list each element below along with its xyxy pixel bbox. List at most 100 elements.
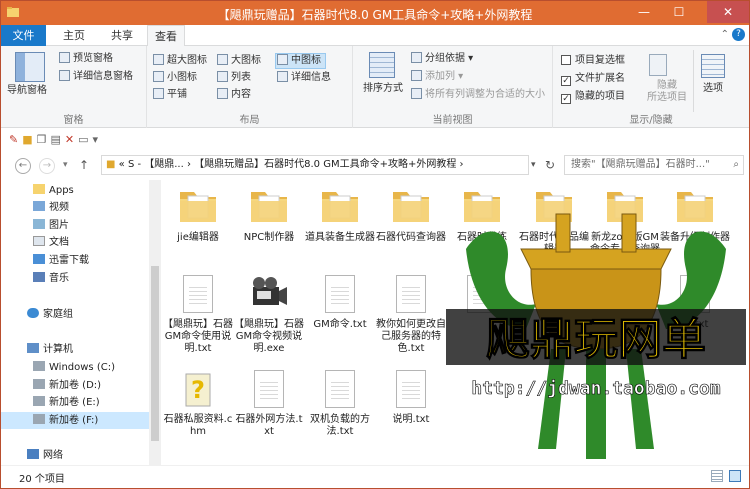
minimize-button[interactable]: — xyxy=(629,1,659,23)
nav-item-documents[interactable]: 文档 xyxy=(1,234,149,251)
ribbon-collapse-icon[interactable]: ⌃ xyxy=(721,29,729,40)
nav-item-apps[interactable]: Apps xyxy=(1,182,149,199)
file-item[interactable]: GM命令.txt xyxy=(305,275,375,331)
picture-icon xyxy=(33,219,45,229)
folder-item[interactable]: 石器时代练 xyxy=(447,188,517,244)
properties-icon[interactable]: ✎ xyxy=(9,133,22,146)
folder-item[interactable]: 道具装备生成器 xyxy=(305,188,375,244)
folder-item[interactable]: 石器时代物品编辑器 xyxy=(519,188,589,256)
copy-icon[interactable]: ❐ xyxy=(37,133,51,146)
tab-file[interactable]: 文件 xyxy=(1,25,46,46)
options-icon xyxy=(701,54,725,78)
up-arrow-icon[interactable]: ↑ xyxy=(79,158,89,172)
nav-item-music[interactable]: 音乐 xyxy=(1,270,149,287)
file-item[interactable]: 双机负载的方法.txt xyxy=(305,370,375,438)
tab-share[interactable]: 共享 xyxy=(99,25,145,46)
close-button[interactable]: ✕ xyxy=(707,1,749,23)
download-icon xyxy=(33,254,45,264)
layout-large-icons[interactable]: 大图标 xyxy=(217,54,261,68)
folder-item[interactable]: 装备升级制作器 xyxy=(660,188,730,244)
folder-item[interactable]: jie编辑器 xyxy=(163,188,233,244)
address-bar[interactable]: ■ « S - 【飓鼎... › 【飓鼎玩赠品】石器时代8.0 GM工具命令+攻… xyxy=(101,155,529,175)
scrollbar-thumb[interactable] xyxy=(151,266,159,441)
nav-item-network[interactable]: 网络 xyxy=(1,447,149,464)
tab-view[interactable]: 查看 xyxy=(147,25,185,47)
search-input[interactable]: 搜索"【飓鼎玩赠品】石器时..." ⌕ xyxy=(564,155,744,175)
details-view-icon[interactable] xyxy=(711,470,723,482)
svg-text:?: ? xyxy=(191,376,205,404)
folder-item[interactable]: NPC制作器 xyxy=(234,188,304,244)
hide-selected-button[interactable]: 隐藏 所选项目 xyxy=(647,80,687,104)
large-icons-view-icon[interactable] xyxy=(729,470,741,482)
file-item[interactable]: 石器外网方法.txt xyxy=(234,370,304,438)
address-dropdown-icon[interactable]: ▾ xyxy=(531,155,543,175)
group-label-show-hide: 显示/隐藏 xyxy=(629,115,673,126)
content-icon xyxy=(217,88,228,99)
help-icon[interactable]: ? xyxy=(732,28,745,41)
address-folder-icon: ■ xyxy=(106,159,119,170)
checkbox-unchecked[interactable] xyxy=(561,55,571,65)
maximize-button[interactable]: ☐ xyxy=(664,1,694,23)
file-item[interactable]: ? 石器私服资料.chm xyxy=(163,370,233,438)
text-file-icon xyxy=(325,370,355,408)
details-pane-icon xyxy=(59,70,70,81)
file-item[interactable]: 【飓鼎玩】石器GM命令使用说明.txt xyxy=(163,275,233,355)
add-column-button[interactable]: 添加列 ▾ xyxy=(411,70,463,84)
layout-medium-icons[interactable]: 中图标 xyxy=(275,53,326,69)
layout-xl-icons[interactable]: 超大图标 xyxy=(153,54,207,68)
checkbox-checked[interactable]: ✓ xyxy=(561,94,571,104)
folder-item[interactable]: 石器代码查询器 xyxy=(376,188,446,244)
layout-tiles[interactable]: 平铺 xyxy=(153,88,187,102)
nav-item-downloads[interactable]: 迅雷下载 xyxy=(1,252,149,269)
checkbox-checked[interactable]: ✓ xyxy=(561,76,571,86)
address-path[interactable]: « S - 【飓鼎... › 【飓鼎玩赠品】石器时代8.0 GM工具命令+攻略+… xyxy=(119,159,464,170)
nav-item-computer[interactable]: 计算机 xyxy=(1,341,149,358)
nav-item-drive-c[interactable]: Windows (C:) xyxy=(1,359,149,376)
preview-pane-button[interactable]: 预览窗格 xyxy=(59,52,113,66)
file-item[interactable]: 【飓鼎玩】石器GM命令视频说明.exe xyxy=(234,275,304,355)
file-name: 道具装备生成器 xyxy=(305,232,375,243)
tiles-icon xyxy=(153,88,164,99)
rename-icon[interactable]: ▭ xyxy=(78,133,92,146)
file-item[interactable]: 说明.txt xyxy=(376,370,446,426)
refresh-icon[interactable]: ↻ xyxy=(545,155,561,175)
nav-item-drive-f[interactable]: 新加卷 (F:) xyxy=(1,412,149,429)
file-item[interactable] xyxy=(590,275,660,319)
group-by-button[interactable]: 分组依据 ▾ xyxy=(411,52,473,66)
sort-by-button[interactable]: 排序方式 xyxy=(363,82,403,96)
nav-item-drive-e[interactable]: 新加卷 (E:) xyxy=(1,394,149,411)
file-extensions-toggle[interactable]: ✓ 文件扩展名 xyxy=(561,72,625,86)
file-item[interactable]: 教你如何更改自己服务器的特色.txt xyxy=(376,275,446,355)
tab-home[interactable]: 主页 xyxy=(51,25,97,46)
details-pane-button[interactable]: 详细信息窗格 xyxy=(59,70,133,84)
layout-content[interactable]: 内容 xyxy=(217,88,251,102)
file-item[interactable] xyxy=(447,275,517,319)
layout-small-icons[interactable]: 小图标 xyxy=(153,71,197,85)
back-button[interactable]: ← xyxy=(15,158,31,174)
file-item[interactable]: 令.txt xyxy=(660,275,730,331)
paste-icon[interactable]: ▤ xyxy=(51,133,65,146)
layout-list[interactable]: 列表 xyxy=(217,71,251,85)
layout-details[interactable]: 详细信息 xyxy=(277,71,331,85)
nav-item-drive-d[interactable]: 新加卷 (D:) xyxy=(1,377,149,394)
folder-item[interactable]: 新龙zoro版GM命令专用查询器 xyxy=(590,188,660,256)
customize-dropdown-icon[interactable]: ▾ xyxy=(93,133,103,146)
recent-dropdown-icon[interactable]: ▾ xyxy=(63,160,68,170)
file-name: 装备升级制作器 xyxy=(660,232,730,243)
nav-item-pictures[interactable]: 图片 xyxy=(1,217,149,234)
nav-pane-button[interactable]: 导航窗格 xyxy=(7,84,47,98)
nav-item-videos[interactable]: 视频 xyxy=(1,199,149,216)
options-button[interactable]: 选项 xyxy=(703,82,723,96)
new-folder-icon[interactable]: ■ xyxy=(22,133,36,146)
item-checkboxes-toggle[interactable]: 项目复选框 xyxy=(561,54,625,68)
hidden-items-toggle[interactable]: ✓ 隐藏的项目 xyxy=(561,90,625,104)
nav-scrollbar[interactable] xyxy=(149,180,161,465)
text-file-icon xyxy=(325,275,355,313)
ribbon-group-show-hide: 项目复选框 ✓ 文件扩展名 ✓ 隐藏的项目 隐藏 所选项目 选项 显示/隐藏 xyxy=(553,46,749,128)
forward-button[interactable]: → xyxy=(39,158,55,174)
drive-icon xyxy=(33,396,45,406)
file-item[interactable] xyxy=(519,275,589,319)
delete-icon[interactable]: ✕ xyxy=(65,133,78,146)
fit-columns-button[interactable]: 将所有列调整为合适的大小 xyxy=(411,88,545,102)
nav-item-homegroup[interactable]: 家庭组 xyxy=(1,306,149,323)
